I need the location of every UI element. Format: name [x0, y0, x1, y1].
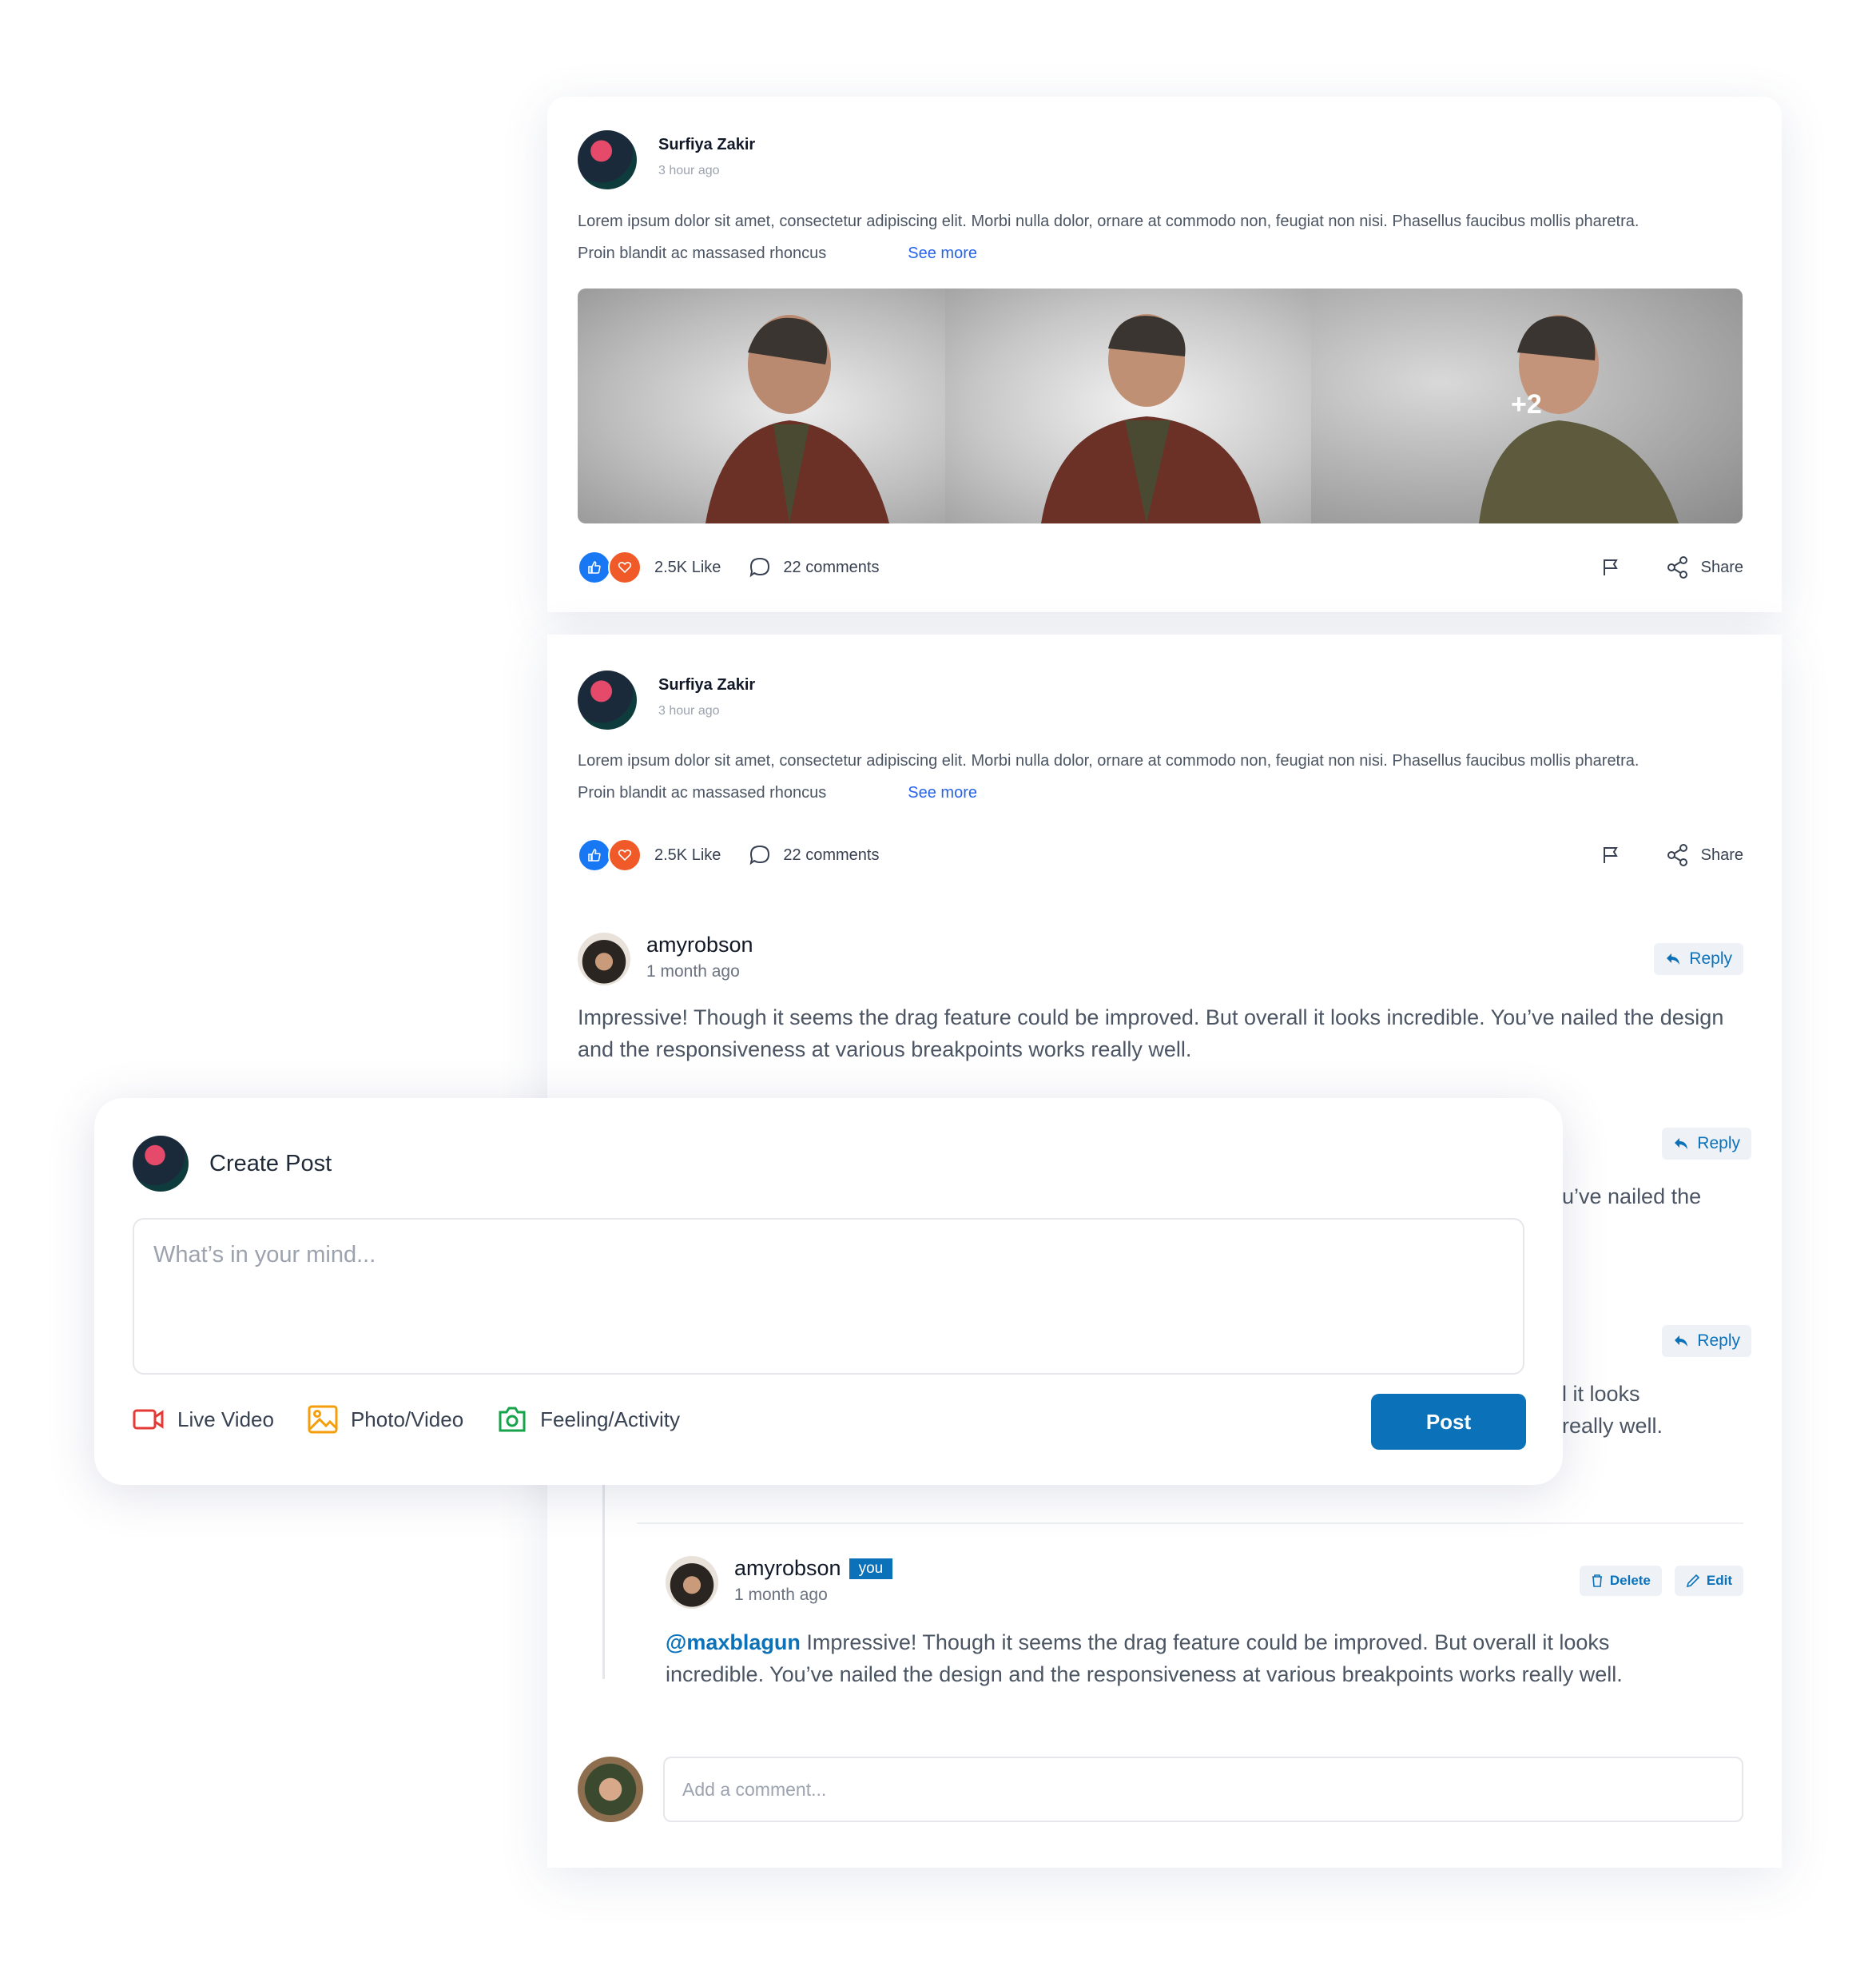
see-more-link[interactable]: See more [908, 784, 977, 802]
author-name[interactable]: Surfiya Zakir [658, 676, 755, 694]
person-photo-icon [1041, 314, 1261, 523]
author-name[interactable]: Surfiya Zakir [658, 136, 755, 154]
person-photo-icon [705, 315, 889, 523]
commenter-avatar[interactable] [666, 1556, 718, 1609]
comment-text-fragment: l it looks [1562, 1382, 1640, 1406]
create-post-title: Create Post [209, 1151, 332, 1176]
gallery-photo[interactable] [578, 289, 945, 523]
photo-gallery[interactable]: +2 [578, 289, 1743, 523]
commenter-name[interactable]: amyrobson [646, 933, 753, 957]
post-text: Lorem ipsum dolor sit amet, consectetur … [578, 752, 1640, 802]
current-user-avatar [578, 1757, 643, 1822]
add-comment-input[interactable]: Add a comment... [663, 1757, 1743, 1822]
flag-icon[interactable] [1600, 557, 1621, 578]
share-button[interactable]: Share [1666, 555, 1743, 579]
comment-time: 1 month ago [734, 1586, 828, 1604]
gallery-photo[interactable]: +2 [1311, 289, 1743, 523]
share-icon [1667, 844, 1687, 866]
camera-icon [499, 1407, 526, 1432]
reply-icon [1667, 953, 1680, 965]
reply-button[interactable]: Reply [1662, 1325, 1751, 1357]
commenter-avatar[interactable] [578, 933, 630, 985]
photo-video-button[interactable]: Photo/Video [308, 1405, 463, 1434]
current-user-avatar [133, 1136, 189, 1192]
feed: Surfiya Zakir 3 hour ago Lorem ipsum dol… [547, 97, 1782, 1868]
create-post-card: Create Post What’s in your mind... Live … [94, 1098, 1563, 1485]
like-count[interactable]: 2.5K Like [654, 559, 721, 577]
comment-text-fragment: u’ve nailed the [1562, 1184, 1702, 1208]
comment-text: Impressive! Though it seems the drag fea… [578, 1005, 1724, 1061]
author-avatar[interactable] [578, 130, 637, 189]
pencil-icon [1686, 1574, 1700, 1588]
like-reaction-icon[interactable] [578, 551, 611, 584]
post-text: Lorem ipsum dolor sit amet, consectetur … [578, 213, 1640, 262]
post-time: 3 hour ago [658, 164, 720, 177]
post-card-1: Surfiya Zakir 3 hour ago Lorem ipsum dol… [547, 97, 1782, 612]
reply-button[interactable]: Reply [1662, 1128, 1751, 1160]
post-actions: 2.5K Like 22 comments Share [578, 838, 1743, 872]
love-reaction-icon[interactable] [608, 551, 642, 584]
reply-icon [1675, 1335, 1688, 1347]
love-reaction-icon[interactable] [608, 838, 642, 872]
post-time: 3 hour ago [658, 704, 720, 718]
share-button[interactable]: Share [1666, 843, 1743, 867]
you-badge: you [849, 1558, 893, 1579]
more-photos-count[interactable]: +2 [1511, 389, 1542, 420]
comment-text: @maxblagun Impressive! Though it seems t… [666, 1630, 1623, 1686]
gallery-photo[interactable] [945, 289, 1311, 523]
delete-button[interactable]: Delete [1579, 1566, 1662, 1596]
mention-link[interactable]: @maxblagun [666, 1630, 801, 1654]
trash-icon [1592, 1574, 1602, 1587]
share-icon [1667, 556, 1687, 579]
like-count[interactable]: 2.5K Like [654, 846, 721, 865]
flag-icon[interactable] [1600, 845, 1621, 866]
see-more-link[interactable]: See more [908, 245, 977, 262]
like-reaction-icon[interactable] [578, 838, 611, 872]
image-icon [308, 1405, 338, 1434]
comment-icon [749, 845, 770, 866]
reply-button[interactable]: Reply [1654, 943, 1743, 975]
video-camera-icon [133, 1409, 164, 1430]
comments-button[interactable]: 22 comments [748, 843, 879, 867]
feeling-activity-button[interactable]: Feeling/Activity [497, 1405, 680, 1434]
comments-button[interactable]: 22 comments [748, 555, 879, 579]
author-avatar[interactable] [578, 671, 637, 730]
live-video-button[interactable]: Live Video [133, 1405, 274, 1434]
divider [637, 1522, 1743, 1524]
commenter-name[interactable]: amyrobson [734, 1556, 841, 1581]
post-button[interactable]: Post [1371, 1394, 1526, 1450]
reply-icon [1675, 1138, 1688, 1149]
comment-time: 1 month ago [646, 962, 740, 981]
comment-text-fragment: really well. [1562, 1414, 1663, 1438]
post-actions: 2.5K Like 22 comments Share [578, 551, 1743, 584]
comment-icon [749, 557, 770, 578]
edit-button[interactable]: Edit [1674, 1566, 1743, 1596]
post-text-input[interactable]: What’s in your mind... [133, 1218, 1524, 1375]
